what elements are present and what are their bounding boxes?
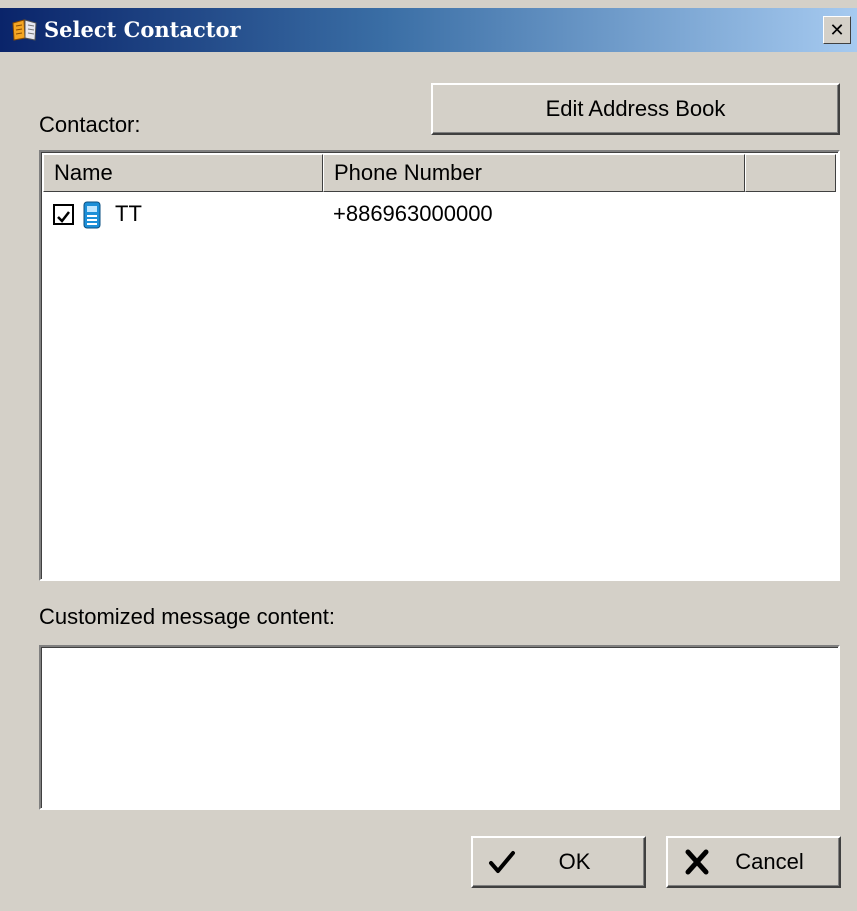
edit-address-book-button[interactable]: Edit Address Book bbox=[431, 83, 840, 135]
app-book-icon bbox=[12, 19, 37, 41]
checkmark-icon bbox=[57, 211, 70, 223]
list-header: Name Phone Number bbox=[43, 154, 836, 192]
edit-address-book-label: Edit Address Book bbox=[545, 96, 726, 121]
title-bar[interactable]: Select Contactor ✕ bbox=[0, 8, 857, 52]
phone-icon bbox=[83, 201, 101, 229]
column-header-extra[interactable] bbox=[745, 154, 836, 192]
close-icon: ✕ bbox=[829, 19, 845, 41]
contactor-label: Contactor: bbox=[39, 112, 141, 137]
message-content-textarea[interactable] bbox=[39, 645, 840, 810]
cancel-button[interactable]: Cancel bbox=[666, 836, 841, 888]
contact-checkbox[interactable] bbox=[53, 204, 74, 225]
message-content-label: Customized message content: bbox=[39, 604, 335, 629]
contact-phone-number: +886963000000 bbox=[333, 201, 493, 226]
ok-label: OK bbox=[558, 849, 591, 874]
cancel-label: Cancel bbox=[735, 849, 804, 874]
ok-button[interactable]: OK bbox=[471, 836, 646, 888]
close-button[interactable]: ✕ bbox=[823, 16, 851, 44]
list-item[interactable]: TT +886963000000 bbox=[43, 194, 836, 234]
column-header-phone-number[interactable]: Phone Number bbox=[323, 154, 745, 192]
contact-name: TT bbox=[115, 201, 142, 226]
window-title: Select Contactor bbox=[44, 17, 241, 42]
checkmark-icon bbox=[489, 851, 515, 873]
contact-list[interactable]: Name Phone Number TT +886963000000 bbox=[39, 150, 840, 581]
column-header-name[interactable]: Name bbox=[43, 154, 323, 192]
x-icon bbox=[685, 849, 709, 875]
